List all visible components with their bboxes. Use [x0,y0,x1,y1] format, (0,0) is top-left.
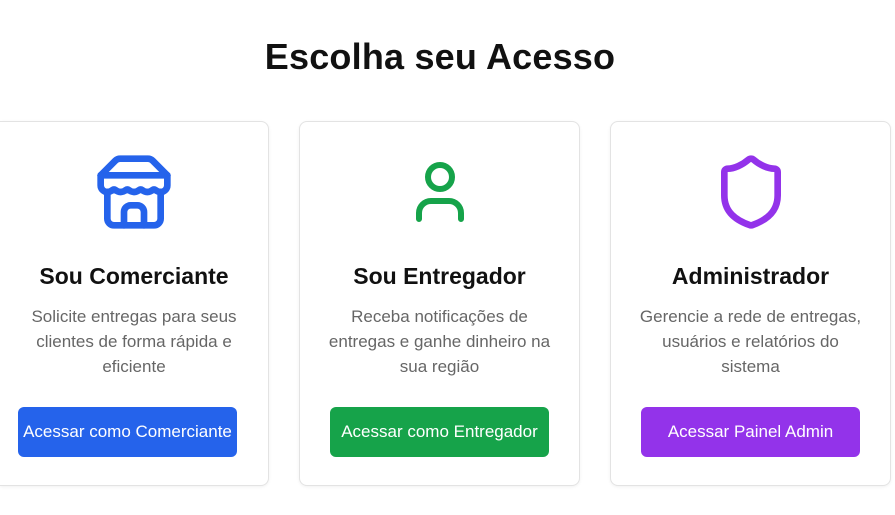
user-icon [300,152,579,232]
merchant-card-title: Sou Comerciante [39,263,229,289]
shield-icon [611,152,890,232]
courier-access-button[interactable]: Acessar como Entregador [330,407,549,457]
courier-card-description: Receba notificações de entregas e ganhe … [328,307,551,376]
courier-card-title: Sou Entregador [353,263,526,289]
merchant-card: Sou Comerciante Solicite entregas para s… [0,121,269,486]
page-title: Escolha seu Acesso [264,36,616,77]
admin-card-title: Administrador [671,263,830,289]
merchant-access-button[interactable]: Acessar como Comerciante [18,407,237,457]
merchant-card-description: Solicite entregas para seus clientes de … [31,307,237,376]
access-selection-page: Escolha seu Acesso Sou Comerciante Solic… [0,0,895,515]
courier-card: Sou Entregador Receba notificações de en… [299,121,580,486]
admin-access-button[interactable]: Acessar Painel Admin [641,407,860,457]
store-icon [0,152,268,232]
admin-card-description: Gerencie a rede de entregas, usuários e … [639,307,862,376]
admin-card: Administrador Gerencie a rede de entrega… [610,121,891,486]
